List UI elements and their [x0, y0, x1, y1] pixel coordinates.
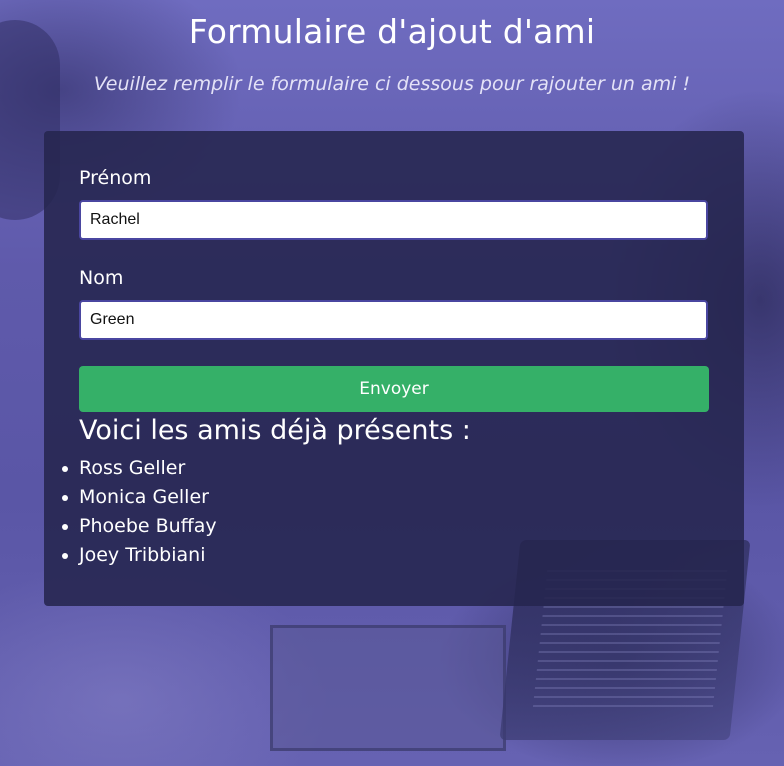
submit-button[interactable]: Envoyer [79, 366, 709, 412]
list-item: Monica Geller [62, 483, 217, 512]
first-name-input[interactable] [79, 200, 708, 240]
background-monitor-shape [270, 625, 506, 751]
page-title: Formulaire d'ajout d'ami [188, 12, 596, 51]
friend-list: Ross Geller Monica Geller Phoebe Buffay … [62, 454, 217, 570]
friend-list-title: Voici les amis déjà présents : [79, 415, 471, 446]
first-name-label: Prénom [79, 167, 152, 189]
list-item: Joey Tribbiani [62, 541, 217, 570]
list-item: Ross Geller [62, 454, 217, 483]
last-name-label: Nom [79, 267, 124, 289]
friend-form-card: Prénom Nom Envoyer Voici les amis déjà p… [44, 131, 744, 606]
list-item: Phoebe Buffay [62, 512, 217, 541]
page-subtitle: Veuillez remplir le formulaire ci dessou… [93, 73, 691, 95]
last-name-input[interactable] [79, 300, 708, 340]
